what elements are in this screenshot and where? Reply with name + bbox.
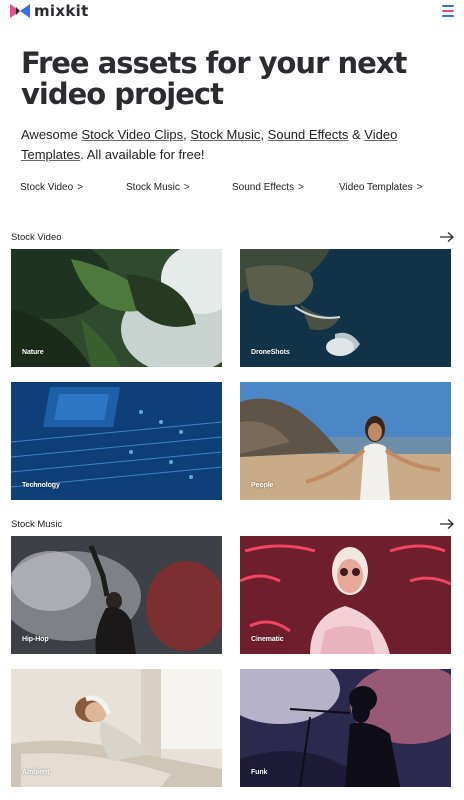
video-card-nature[interactable]: Nature	[11, 249, 222, 367]
music-card-hip-hop[interactable]: Hip-Hop	[11, 536, 222, 654]
card-label: Cinematic	[251, 636, 284, 643]
video-card-people[interactable]: People	[240, 382, 451, 500]
logo-text: mixkit	[34, 2, 89, 20]
subtitle-sep: &	[348, 127, 365, 142]
quick-link-label: Sound Effects	[232, 182, 295, 193]
music-card-ambient[interactable]: Ambient	[11, 669, 222, 787]
chevron-right-icon: >	[298, 182, 304, 193]
funk-thumbnail	[240, 669, 451, 787]
card-label: Funk	[251, 769, 268, 776]
quick-link-label: Stock Video	[20, 182, 74, 193]
quick-link-video-templates[interactable]: Video Templates >	[339, 182, 422, 193]
subtitle-text: . All available for free!	[80, 147, 205, 162]
link-stock-music[interactable]: Stock Music	[190, 127, 260, 142]
quick-link-stock-music[interactable]: Stock Music >	[126, 182, 190, 193]
card-label: Nature	[22, 349, 44, 356]
card-label: Technology	[22, 482, 60, 489]
quick-link-stock-video[interactable]: Stock Video >	[20, 182, 83, 193]
hero-title: Free assets for your next video project	[21, 46, 407, 111]
card-label: Ambient	[22, 769, 50, 776]
section-header-stock-music: Stock Music	[11, 519, 455, 533]
link-sound-effects[interactable]: Sound Effects	[268, 127, 349, 142]
arrow-right-icon[interactable]	[439, 231, 455, 243]
video-card-droneshots[interactable]: DroneShots	[240, 249, 451, 367]
music-card-funk[interactable]: Funk	[240, 669, 451, 787]
quick-link-label: Stock Music	[126, 182, 180, 193]
quick-link-label: Video Templates	[339, 182, 413, 193]
video-card-technology[interactable]: Technology	[11, 382, 222, 500]
subtitle-sep: ,	[260, 127, 268, 142]
music-card-cinematic[interactable]: Cinematic	[240, 536, 451, 654]
hamburger-menu-icon[interactable]	[442, 4, 454, 18]
arrow-right-icon[interactable]	[439, 518, 455, 530]
category-quick-links: Stock Video > Stock Music > Sound Effects >…	[20, 182, 450, 196]
section-title: Stock Video	[11, 232, 62, 243]
card-label: DroneShots	[251, 349, 290, 356]
subtitle-text: Awesome	[21, 127, 82, 142]
chevron-right-icon: >	[183, 182, 190, 193]
hero: Free assets for your next video project	[21, 48, 451, 110]
link-stock-video-clips[interactable]: Stock Video Clips	[81, 127, 183, 142]
card-label: People	[251, 482, 274, 489]
quick-link-sound-effects[interactable]: Sound Effects >	[232, 182, 304, 193]
section-title: Stock Music	[11, 519, 63, 530]
mixkit-logo-icon	[10, 4, 30, 18]
chevron-right-icon: >	[77, 182, 84, 193]
mixkit-logo[interactable]: mixkit	[10, 2, 89, 20]
site-header: mixkit	[0, 0, 464, 26]
chevron-right-icon: >	[416, 182, 423, 193]
section-header-stock-video: Stock Video	[11, 232, 455, 246]
card-label: Hip-Hop	[22, 636, 49, 643]
hero-subtitle: Awesome Stock Video Clips, Stock Music, …	[21, 125, 441, 165]
